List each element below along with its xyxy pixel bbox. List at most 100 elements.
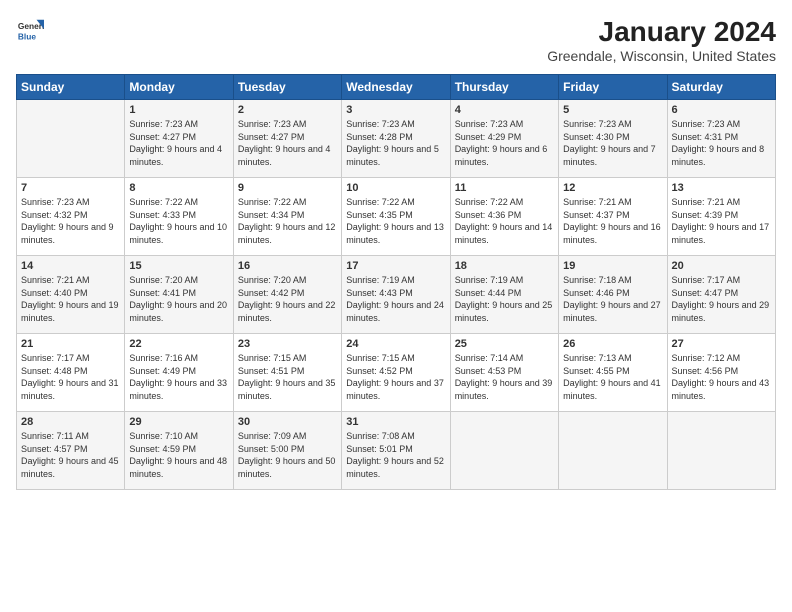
day-cell	[17, 100, 125, 178]
week-row-2: 7 Sunrise: 7:23 AMSunset: 4:32 PMDaylight…	[17, 178, 776, 256]
day-cell: 4Sunrise: 7:23 AMSunset: 4:29 PMDaylight…	[450, 100, 558, 178]
day-info: Sunrise: 7:11 AMSunset: 4:57 PMDaylight:…	[21, 430, 120, 480]
col-header-wednesday: Wednesday	[342, 75, 450, 100]
day-info: Sunrise: 7:23 AMSunset: 4:32 PMDaylight:…	[21, 196, 120, 246]
day-info: Sunrise: 7:19 AMSunset: 4:43 PMDaylight:…	[346, 274, 445, 324]
day-number: 24	[346, 338, 445, 350]
day-cell: 1Sunrise: 7:23 AMSunset: 4:27 PMDaylight…	[125, 100, 233, 178]
logo: General Blue	[16, 16, 44, 44]
day-number: 28	[21, 416, 120, 428]
day-cell: 11Sunrise: 7:22 AMSunset: 4:36 PMDayligh…	[450, 178, 558, 256]
day-number: 31	[346, 416, 445, 428]
day-cell: 21Sunrise: 7:17 AMSunset: 4:48 PMDayligh…	[17, 334, 125, 412]
day-cell: 30 Sunrise: 7:09 AMSunset: 5:00 PMDayligh…	[233, 412, 341, 490]
day-number: 27	[672, 338, 771, 350]
day-cell: 15 Sunrise: 7:20 AMSunset: 4:41 PMDayligh…	[125, 256, 233, 334]
day-info: Sunrise: 7:21 AMSunset: 4:37 PMDaylight:…	[563, 196, 662, 246]
day-number: 12	[563, 182, 662, 194]
page: General Blue January 2024 Greendale, Wis…	[0, 0, 792, 612]
day-number: 20	[672, 260, 771, 272]
col-header-monday: Monday	[125, 75, 233, 100]
day-number: 15	[129, 260, 228, 272]
day-cell: 16 Sunrise: 7:20 AMSunset: 4:42 PMDayligh…	[233, 256, 341, 334]
day-cell: 19 Sunrise: 7:18 AMSunset: 4:46 PMDayligh…	[559, 256, 667, 334]
day-info: Sunrise: 7:13 AMSunset: 4:55 PMDaylight:…	[563, 352, 662, 402]
day-number: 29	[129, 416, 228, 428]
day-cell: 13 Sunrise: 7:21 AMSunset: 4:39 PMDayligh…	[667, 178, 775, 256]
day-cell: 20Sunrise: 7:17 AMSunset: 4:47 PMDayligh…	[667, 256, 775, 334]
day-number: 8	[129, 182, 228, 194]
day-number: 6	[672, 104, 771, 116]
subtitle: Greendale, Wisconsin, United States	[547, 48, 776, 64]
day-cell: 10 Sunrise: 7:22 AMSunset: 4:35 PMDayligh…	[342, 178, 450, 256]
day-info: Sunrise: 7:23 AMSunset: 4:31 PMDaylight:…	[672, 118, 771, 168]
day-cell: 31Sunrise: 7:08 AMSunset: 5:01 PMDayligh…	[342, 412, 450, 490]
header: General Blue January 2024 Greendale, Wis…	[16, 16, 776, 64]
day-info: Sunrise: 7:18 AMSunset: 4:46 PMDaylight:…	[563, 274, 662, 324]
day-cell: 29 Sunrise: 7:10 AMSunset: 4:59 PMDayligh…	[125, 412, 233, 490]
day-cell: 24Sunrise: 7:15 AMSunset: 4:52 PMDayligh…	[342, 334, 450, 412]
day-cell: 3 Sunrise: 7:23 AMSunset: 4:28 PMDaylight…	[342, 100, 450, 178]
day-number: 19	[563, 260, 662, 272]
day-cell: 25Sunrise: 7:14 AMSunset: 4:53 PMDayligh…	[450, 334, 558, 412]
day-info: Sunrise: 7:15 AMSunset: 4:51 PMDaylight:…	[238, 352, 337, 402]
day-cell: 2Sunrise: 7:23 AMSunset: 4:27 PMDaylight…	[233, 100, 341, 178]
svg-text:Blue: Blue	[18, 31, 36, 41]
title-block: January 2024 Greendale, Wisconsin, Unite…	[547, 16, 776, 64]
day-cell: 12 Sunrise: 7:21 AMSunset: 4:37 PMDayligh…	[559, 178, 667, 256]
day-number: 25	[455, 338, 554, 350]
day-info: Sunrise: 7:23 AMSunset: 4:27 PMDaylight:…	[238, 118, 337, 168]
day-number: 18	[455, 260, 554, 272]
main-title: January 2024	[547, 16, 776, 48]
day-info: Sunrise: 7:22 AMSunset: 4:35 PMDaylight:…	[346, 196, 445, 246]
day-cell: 22 Sunrise: 7:16 AMSunset: 4:49 PMDayligh…	[125, 334, 233, 412]
day-cell: 17Sunrise: 7:19 AMSunset: 4:43 PMDayligh…	[342, 256, 450, 334]
day-number: 30	[238, 416, 337, 428]
day-cell: 18 Sunrise: 7:19 AMSunset: 4:44 PMDayligh…	[450, 256, 558, 334]
day-info: Sunrise: 7:23 AMSunset: 4:30 PMDaylight:…	[563, 118, 662, 168]
day-info: Sunrise: 7:21 AMSunset: 4:40 PMDaylight:…	[21, 274, 120, 324]
calendar-table: SundayMondayTuesdayWednesdayThursdayFrid…	[16, 74, 776, 490]
day-cell: 5 Sunrise: 7:23 AMSunset: 4:30 PMDaylight…	[559, 100, 667, 178]
day-number: 3	[346, 104, 445, 116]
day-cell: 28 Sunrise: 7:11 AMSunset: 4:57 PMDayligh…	[17, 412, 125, 490]
day-cell	[450, 412, 558, 490]
col-header-friday: Friday	[559, 75, 667, 100]
day-info: Sunrise: 7:20 AMSunset: 4:41 PMDaylight:…	[129, 274, 228, 324]
day-number: 5	[563, 104, 662, 116]
col-header-thursday: Thursday	[450, 75, 558, 100]
day-cell: 8 Sunrise: 7:22 AMSunset: 4:33 PMDaylight…	[125, 178, 233, 256]
day-cell: 6 Sunrise: 7:23 AMSunset: 4:31 PMDaylight…	[667, 100, 775, 178]
day-info: Sunrise: 7:21 AMSunset: 4:39 PMDaylight:…	[672, 196, 771, 246]
day-number: 16	[238, 260, 337, 272]
day-cell: 9Sunrise: 7:22 AMSunset: 4:34 PMDaylight…	[233, 178, 341, 256]
day-info: Sunrise: 7:19 AMSunset: 4:44 PMDaylight:…	[455, 274, 554, 324]
day-number: 26	[563, 338, 662, 350]
day-number: 21	[21, 338, 120, 350]
day-cell: 26 Sunrise: 7:13 AMSunset: 4:55 PMDayligh…	[559, 334, 667, 412]
day-number: 10	[346, 182, 445, 194]
day-info: Sunrise: 7:22 AMSunset: 4:33 PMDaylight:…	[129, 196, 228, 246]
day-number: 14	[21, 260, 120, 272]
day-info: Sunrise: 7:20 AMSunset: 4:42 PMDaylight:…	[238, 274, 337, 324]
week-row-4: 21Sunrise: 7:17 AMSunset: 4:48 PMDayligh…	[17, 334, 776, 412]
day-cell: 27 Sunrise: 7:12 AMSunset: 4:56 PMDayligh…	[667, 334, 775, 412]
day-cell	[667, 412, 775, 490]
day-info: Sunrise: 7:09 AMSunset: 5:00 PMDaylight:…	[238, 430, 337, 480]
day-number: 9	[238, 182, 337, 194]
day-number: 1	[129, 104, 228, 116]
day-info: Sunrise: 7:23 AMSunset: 4:28 PMDaylight:…	[346, 118, 445, 168]
day-cell: 14 Sunrise: 7:21 AMSunset: 4:40 PMDayligh…	[17, 256, 125, 334]
day-cell: 7 Sunrise: 7:23 AMSunset: 4:32 PMDaylight…	[17, 178, 125, 256]
day-number: 22	[129, 338, 228, 350]
header-row: SundayMondayTuesdayWednesdayThursdayFrid…	[17, 75, 776, 100]
day-number: 13	[672, 182, 771, 194]
day-number: 4	[455, 104, 554, 116]
day-number: 23	[238, 338, 337, 350]
day-number: 7	[21, 182, 120, 194]
day-info: Sunrise: 7:16 AMSunset: 4:49 PMDaylight:…	[129, 352, 228, 402]
day-info: Sunrise: 7:12 AMSunset: 4:56 PMDaylight:…	[672, 352, 771, 402]
week-row-1: 1 Sunrise: 7:23 AMSunset: 4:27 PMDaylight…	[17, 100, 776, 178]
day-cell: 23 Sunrise: 7:15 AMSunset: 4:51 PMDayligh…	[233, 334, 341, 412]
day-info: Sunrise: 7:10 AMSunset: 4:59 PMDaylight:…	[129, 430, 228, 480]
